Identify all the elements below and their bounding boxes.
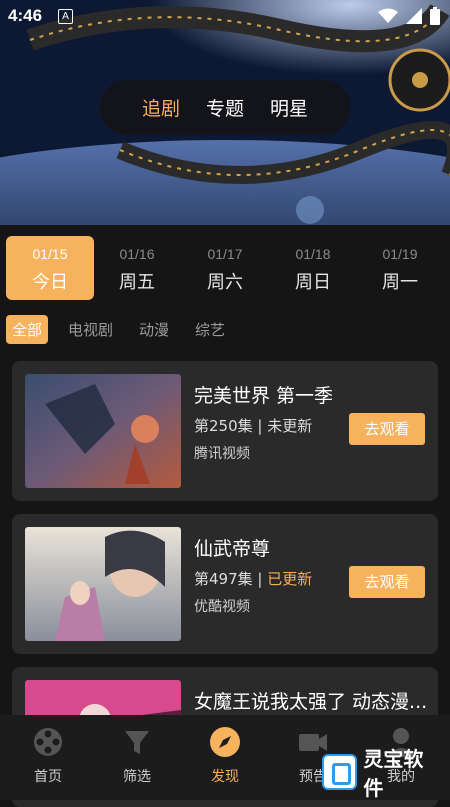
date-label: 01/19 <box>382 246 418 262</box>
show-thumbnail <box>25 527 181 641</box>
weekday-label: 周一 <box>382 272 418 293</box>
battery-icon <box>430 7 440 25</box>
date-label: 01/15 <box>32 246 68 262</box>
watermark-text: 灵宝软件 <box>363 747 424 800</box>
watermark-logo-icon <box>322 754 358 790</box>
category-variety[interactable]: 综艺 <box>189 315 231 344</box>
category-filter: 全部 电视剧 动漫 综艺 <box>6 314 231 344</box>
show-title: 完美世界 第一季 <box>194 385 334 407</box>
episode-line: 第497集 | 已更新 <box>194 568 312 589</box>
date-label: 01/18 <box>295 246 331 262</box>
tab-label: 发现 <box>211 769 239 785</box>
show-thumbnail <box>25 374 181 488</box>
top-segment-control: 追剧 专题 明星 <box>100 80 350 135</box>
show-title: 仙武帝尊 <box>194 538 271 560</box>
date-item[interactable]: 01/18 周日 <box>269 236 357 300</box>
watermark: 灵宝软件 <box>322 747 442 800</box>
date-item[interactable]: 01/16 周五 <box>93 236 181 300</box>
category-anime[interactable]: 动漫 <box>133 315 175 344</box>
watch-button[interactable]: 去观看 <box>349 566 425 598</box>
category-tv-series[interactable]: 电视剧 <box>62 315 119 344</box>
date-item[interactable]: 01/17 周六 <box>181 236 269 300</box>
date-selector: 01/15 今日 01/16 周五 01/17 周六 01/18 周日 01/1… <box>0 236 450 302</box>
segment-tab-stars[interactable]: 明星 <box>270 94 308 121</box>
weekday-label: 今日 <box>32 272 68 293</box>
separator: | <box>252 570 268 588</box>
date-item[interactable]: 01/19 周一 <box>356 236 444 300</box>
date-item[interactable]: 01/15 今日 <box>6 236 94 300</box>
update-status: 已更新 <box>267 570 313 588</box>
signal-icon <box>406 8 422 24</box>
segment-tab-topics[interactable]: 专题 <box>206 94 244 121</box>
funnel-icon <box>125 731 149 754</box>
status-bar: 4:46 A <box>0 0 450 34</box>
status-time: 4:46 <box>8 6 43 25</box>
tab-filter[interactable]: 筛选 <box>92 725 182 786</box>
compass-icon <box>210 727 240 757</box>
watch-button[interactable]: 去观看 <box>349 413 425 445</box>
status-right-icons <box>378 7 440 25</box>
episode-number: 第250集 <box>194 417 253 435</box>
separator: | <box>252 417 268 435</box>
segment-tab-follow[interactable]: 追剧 <box>142 94 180 121</box>
tab-label: 筛选 <box>123 769 151 785</box>
platform-label: 优酷视频 <box>194 599 250 615</box>
weekday-label: 周五 <box>119 272 155 293</box>
wifi-icon <box>378 8 398 23</box>
tab-home[interactable]: 首页 <box>3 725 93 786</box>
platform-label: 腾讯视频 <box>194 446 250 462</box>
date-label: 01/16 <box>119 246 155 262</box>
date-label: 01/17 <box>207 246 243 262</box>
episode-line: 第250集 | 未更新 <box>194 415 312 436</box>
tab-label: 首页 <box>34 769 62 785</box>
film-reel-icon <box>34 728 62 756</box>
update-status: 未更新 <box>267 417 313 435</box>
show-title: 女魔王说我太强了 动态漫... <box>194 691 428 713</box>
category-all[interactable]: 全部 <box>6 314 49 344</box>
notification-icon: A <box>58 9 73 24</box>
tab-discover[interactable]: 发现 <box>180 725 270 786</box>
weekday-label: 周六 <box>207 272 243 293</box>
show-card[interactable]: 仙武帝尊 第497集 | 已更新 优酷视频 去观看 <box>12 514 438 654</box>
show-card[interactable]: 完美世界 第一季 第250集 | 未更新 腾讯视频 去观看 <box>12 361 438 501</box>
weekday-label: 周日 <box>295 272 331 293</box>
episode-number: 第497集 <box>194 570 253 588</box>
